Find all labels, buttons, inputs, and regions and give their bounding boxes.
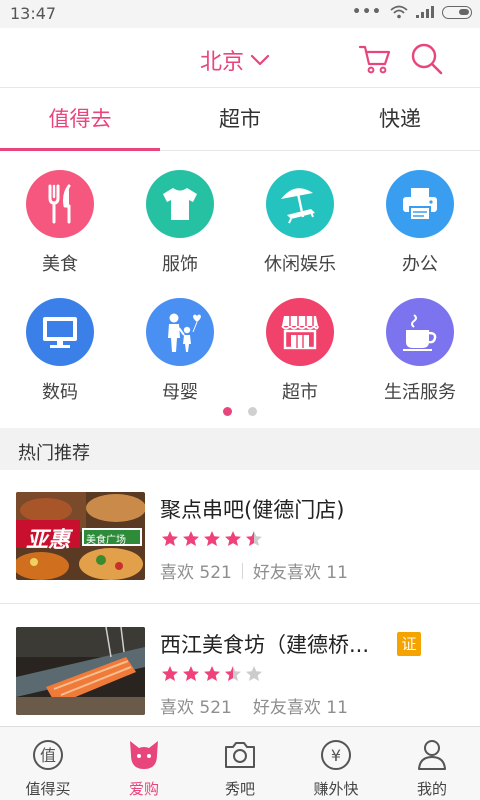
category-office[interactable]: 办公	[360, 170, 480, 276]
category-apparel[interactable]: 服饰	[120, 170, 240, 276]
cart-button[interactable]	[358, 42, 392, 76]
user-icon	[415, 738, 449, 772]
star-icon	[246, 666, 262, 681]
thumbnail-banner: 亚惠	[26, 528, 71, 553]
yen-glyph: ¥	[331, 746, 341, 765]
likes-count: 喜欢 521	[160, 698, 232, 718]
star-icon	[225, 531, 241, 546]
section-header: 热门推荐	[0, 428, 480, 470]
nav-aigou[interactable]: 爱购	[96, 727, 192, 800]
fork-knife-icon	[26, 170, 94, 238]
category-food[interactable]: 美食	[0, 170, 120, 276]
item-stats: 喜欢 521 好友喜欢 11	[160, 558, 348, 583]
star-icon	[204, 531, 220, 546]
star-rating	[161, 530, 263, 548]
category-label: 美食	[42, 254, 78, 275]
cart-icon	[358, 45, 392, 80]
tshirt-icon	[146, 170, 214, 238]
parent-child-icon	[146, 298, 214, 366]
restaurant-thumbnail	[16, 627, 145, 715]
signal-icon	[416, 6, 434, 18]
printer-icon	[386, 170, 454, 238]
nav-label: 值得买	[25, 780, 71, 798]
battery-icon	[442, 5, 472, 19]
thumbnail-sign: 美食广场	[86, 535, 126, 546]
zhi-badge-glyph: 值	[40, 746, 56, 765]
status-time: 13:47	[10, 4, 57, 23]
nav-label: 秀吧	[224, 780, 255, 798]
nav-zhuan-waikuai[interactable]: ¥ 赚外快	[288, 727, 384, 800]
star-icon	[162, 666, 178, 681]
item-title: 西江美食坊（建德桥...	[160, 633, 370, 657]
star-icon	[225, 666, 241, 681]
category-grid: 美食 服饰 休闲娱乐 办公 数码 母婴 超市 生活服务	[0, 170, 480, 404]
cat-face-icon	[127, 738, 161, 772]
category-life-services[interactable]: 生活服务	[360, 298, 480, 404]
category-maternity[interactable]: 母婴	[120, 298, 240, 404]
status-bar: 13:47 •••	[0, 0, 480, 28]
page-indicator	[0, 407, 480, 416]
likes-count: 喜欢 521	[160, 563, 232, 583]
star-rating	[161, 665, 263, 683]
stats-divider	[242, 698, 243, 714]
zhi-badge-icon: 值	[31, 738, 65, 772]
star-icon	[204, 666, 220, 681]
app-header: 北京	[0, 28, 480, 88]
storefront-icon	[266, 298, 334, 366]
verified-badge: 证	[397, 632, 421, 656]
recommendation-list: 亚惠 美食广场 聚点串吧(健德门店) 喜欢 521 好友喜欢 11 西江美食坊（…	[0, 470, 480, 725]
chevron-down-icon	[250, 51, 270, 70]
yen-coin-icon: ¥	[319, 738, 353, 772]
tab-express[interactable]: 快递	[320, 89, 480, 150]
category-label: 办公	[402, 254, 438, 275]
category-digital[interactable]: 数码	[0, 298, 120, 404]
friend-likes-count: 好友喜欢 11	[252, 698, 348, 718]
monitor-icon	[26, 298, 94, 366]
star-icon	[162, 531, 178, 546]
nav-xiuba[interactable]: 秀吧	[192, 727, 288, 800]
category-panel: 美食 服饰 休闲娱乐 办公 数码 母婴 超市 生活服务	[0, 152, 480, 428]
city-selector[interactable]: 北京	[200, 44, 270, 76]
category-supermarket[interactable]: 超市	[240, 298, 360, 404]
category-label: 母婴	[162, 382, 198, 403]
tab-zhide-qu[interactable]: 值得去	[0, 89, 160, 151]
search-icon	[410, 43, 444, 80]
tab-supermarket[interactable]: 超市	[160, 89, 320, 150]
notification-dots: •••	[352, 4, 382, 20]
page-dot[interactable]	[223, 407, 232, 416]
list-item[interactable]: 亚惠 美食广场 聚点串吧(健德门店) 喜欢 521 好友喜欢 11	[0, 470, 480, 604]
restaurant-thumbnail: 亚惠 美食广场	[16, 492, 145, 580]
beach-umbrella-icon	[266, 170, 334, 238]
camera-icon	[223, 738, 257, 772]
bottom-nav: 值 值得买 爱购 秀吧 ¥ 赚外快 我的	[0, 726, 480, 800]
tab-bar: 值得去 超市 快递	[0, 89, 480, 151]
category-label: 数码	[42, 382, 78, 403]
friend-likes-count: 好友喜欢 11	[252, 563, 348, 583]
page-dot[interactable]	[248, 407, 257, 416]
nav-mine[interactable]: 我的	[384, 727, 480, 800]
nav-zhide-mai[interactable]: 值 值得买	[0, 727, 96, 800]
list-item[interactable]: 西江美食坊（建德桥... 证 喜欢 521 好友喜欢 11	[0, 605, 480, 725]
coffee-cup-icon	[386, 298, 454, 366]
category-label: 超市	[282, 382, 318, 403]
wifi-icon	[390, 5, 408, 19]
category-leisure[interactable]: 休闲娱乐	[240, 170, 360, 276]
item-title: 聚点串吧(健德门店)	[160, 498, 345, 522]
search-button[interactable]	[410, 42, 444, 76]
star-icon	[183, 666, 199, 681]
star-icon	[246, 531, 262, 546]
city-label: 北京	[200, 50, 245, 75]
nav-label: 我的	[416, 780, 447, 798]
item-stats: 喜欢 521 好友喜欢 11	[160, 693, 348, 718]
nav-label: 爱购	[128, 780, 159, 798]
nav-label: 赚外快	[313, 780, 359, 798]
category-label: 生活服务	[384, 382, 456, 403]
category-label: 休闲娱乐	[264, 254, 336, 275]
category-label: 服饰	[162, 254, 198, 275]
star-icon	[183, 531, 199, 546]
status-icons: •••	[352, 4, 472, 20]
stats-divider	[241, 562, 243, 579]
section-title: 热门推荐	[18, 443, 90, 464]
